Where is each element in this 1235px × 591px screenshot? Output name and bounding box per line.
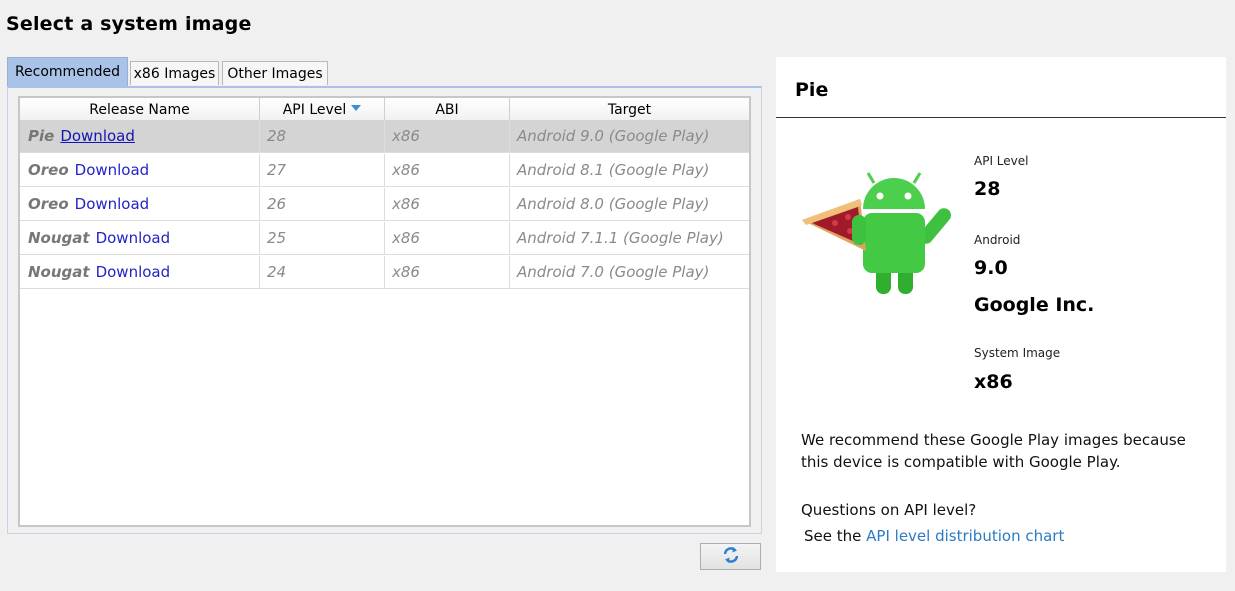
release-name: Oreo bbox=[28, 195, 69, 213]
table-header: Release Name API Level ABI Target bbox=[20, 98, 749, 121]
api-level-cell: 25 bbox=[260, 222, 385, 255]
abi-cell: x86 bbox=[385, 222, 510, 255]
see-the-text: See the bbox=[804, 527, 862, 545]
api-level-cell: 28 bbox=[260, 120, 385, 153]
table-row[interactable]: Nougat Download 24 x86 Android 7.0 (Googl… bbox=[20, 256, 749, 289]
release-name: Oreo bbox=[28, 161, 69, 179]
release-name: Nougat bbox=[28, 263, 90, 281]
table-row[interactable]: Oreo Download 27 x86 Android 8.1 (Google … bbox=[20, 154, 749, 187]
abi-cell: x86 bbox=[385, 120, 510, 153]
abi-cell: x86 bbox=[385, 188, 510, 221]
download-link[interactable]: Download bbox=[75, 161, 150, 179]
download-link[interactable]: Download bbox=[60, 127, 135, 145]
vendor-value: Google Inc. bbox=[974, 294, 1095, 316]
release-name: Nougat bbox=[28, 229, 90, 247]
download-link[interactable]: Download bbox=[96, 263, 171, 281]
api-level-label: API Level bbox=[974, 154, 1029, 168]
abi-cell: x86 bbox=[385, 154, 510, 187]
image-detail-panel: Pie API Level 28 Android 9.0 Google Inc.… bbox=[776, 57, 1226, 572]
target-cell: Android 7.0 (Google Play) bbox=[517, 263, 710, 281]
table-row[interactable]: Pie Download 28 x86 Android 9.0 (Google P… bbox=[20, 120, 749, 153]
page-title: Select a system image bbox=[6, 13, 252, 35]
chart-link-line: See the API level distribution chart bbox=[804, 525, 1214, 547]
download-link[interactable]: Download bbox=[75, 195, 150, 213]
system-image-value: x86 bbox=[974, 371, 1013, 393]
tab-x86-images[interactable]: x86 Images bbox=[130, 61, 219, 85]
download-link[interactable]: Download bbox=[96, 229, 171, 247]
table-row[interactable]: Oreo Download 26 x86 Android 8.0 (Google … bbox=[20, 188, 749, 221]
android-pie-mascot-icon bbox=[800, 165, 965, 304]
sort-descending-icon bbox=[351, 105, 362, 111]
api-level-value: 28 bbox=[974, 178, 1001, 200]
target-cell: Android 8.1 (Google Play) bbox=[517, 161, 710, 179]
column-header-target[interactable]: Target bbox=[510, 98, 749, 120]
refresh-button[interactable] bbox=[700, 543, 761, 570]
questions-text: Questions on API level? bbox=[801, 501, 977, 519]
system-image-table: Release Name API Level ABI Target Pie Dow… bbox=[18, 96, 751, 527]
divider bbox=[776, 117, 1226, 118]
release-name: Pie bbox=[28, 127, 55, 145]
tab-other-images[interactable]: Other Images bbox=[222, 61, 328, 85]
api-level-cell: 27 bbox=[260, 154, 385, 187]
refresh-icon bbox=[720, 545, 742, 569]
target-cell: Android 8.0 (Google Play) bbox=[517, 195, 710, 213]
android-label: Android bbox=[974, 233, 1021, 247]
column-header-api-level[interactable]: API Level bbox=[260, 98, 385, 120]
abi-cell: x86 bbox=[385, 256, 510, 289]
table-row[interactable]: Nougat Download 25 x86 Android 7.1.1 (Goo… bbox=[20, 222, 749, 255]
target-cell: Android 7.1.1 (Google Play) bbox=[517, 229, 724, 247]
tab-recommended[interactable]: Recommended bbox=[7, 57, 128, 86]
api-level-cell: 26 bbox=[260, 188, 385, 221]
detail-title: Pie bbox=[795, 79, 829, 101]
api-level-distribution-chart-link[interactable]: API level distribution chart bbox=[866, 527, 1064, 545]
system-image-label: System Image bbox=[974, 346, 1061, 360]
android-version-value: 9.0 bbox=[974, 257, 1008, 279]
target-cell: Android 9.0 (Google Play) bbox=[517, 127, 710, 145]
column-header-release-name[interactable]: Release Name bbox=[20, 98, 260, 120]
api-level-cell: 24 bbox=[260, 256, 385, 289]
recommendation-text: We recommend these Google Play images be… bbox=[801, 431, 1186, 471]
column-header-abi[interactable]: ABI bbox=[385, 98, 510, 120]
